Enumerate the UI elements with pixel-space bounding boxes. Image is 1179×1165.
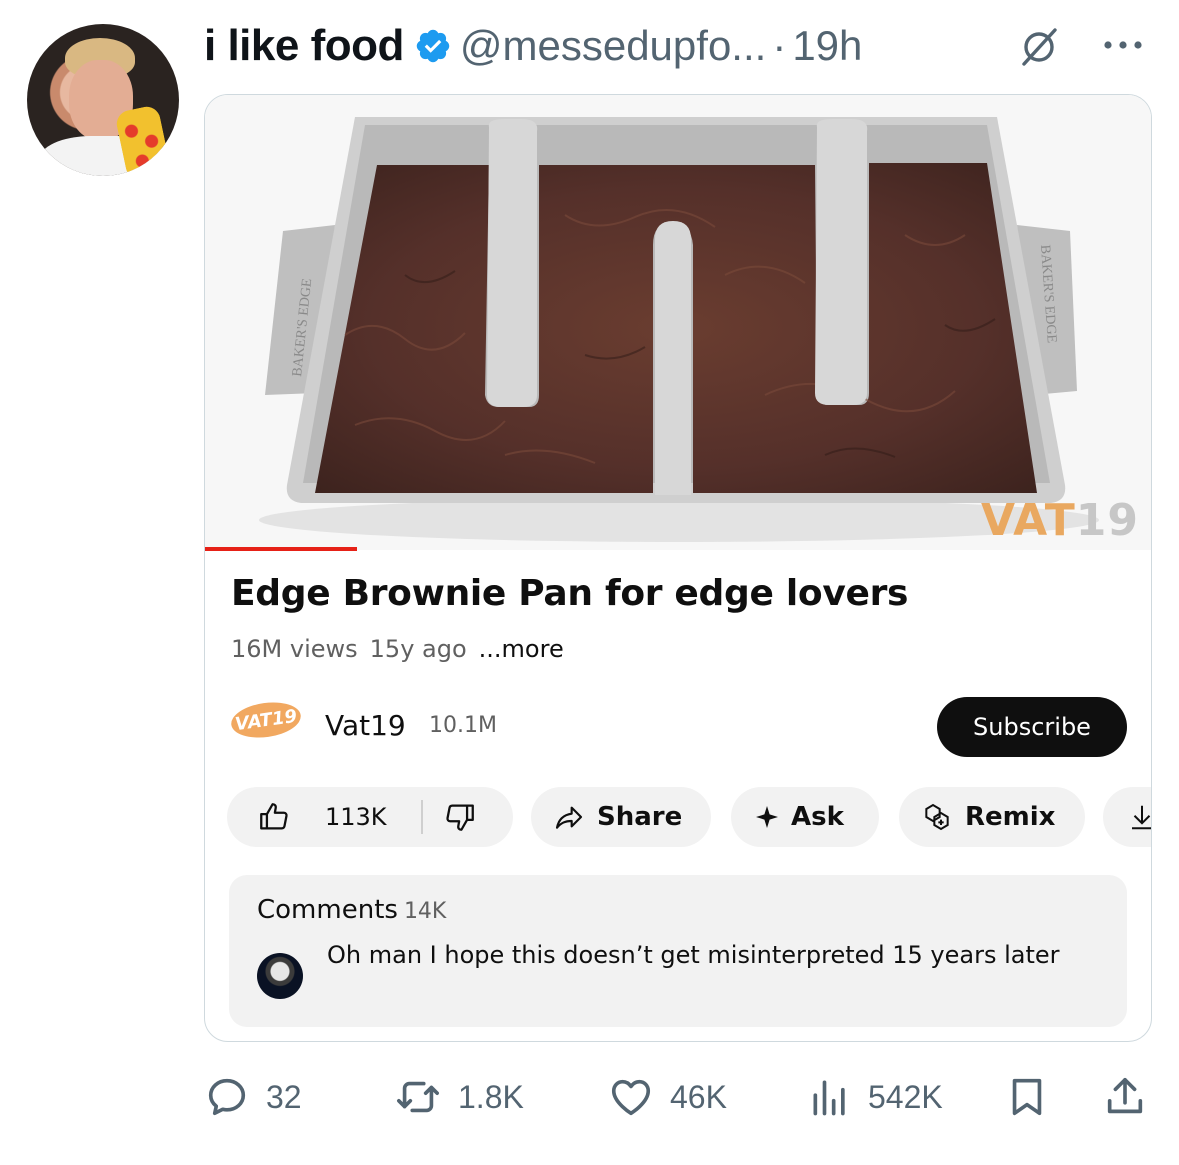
retweet-count: 1.8K bbox=[458, 1078, 524, 1115]
remix-label: Remix bbox=[965, 802, 1056, 832]
bookmark-button[interactable] bbox=[1004, 1072, 1050, 1122]
subscriber-count: 10.1M bbox=[429, 713, 497, 738]
video-meta: 16M views 15y ago ...more bbox=[231, 635, 576, 663]
comments-section[interactable]: Comments 14K Oh man I hope this doesn’t g… bbox=[229, 875, 1127, 1027]
subscribe-button[interactable]: Subscribe bbox=[937, 697, 1127, 757]
timestamp[interactable]: 19h bbox=[792, 22, 862, 70]
bookmark-icon bbox=[1012, 1078, 1042, 1116]
heart-icon bbox=[611, 1079, 651, 1116]
handle[interactable]: @messedupfo... bbox=[460, 22, 766, 70]
video-progress-bar[interactable] bbox=[205, 547, 1151, 551]
verified-badge-icon bbox=[416, 29, 450, 63]
download-button[interactable] bbox=[1103, 787, 1151, 847]
author-avatar[interactable] bbox=[27, 24, 179, 176]
video-actions: 113K Share Ask Remix bbox=[227, 787, 1151, 847]
display-name[interactable]: i like food bbox=[204, 21, 404, 71]
share-tweet-button[interactable] bbox=[1102, 1072, 1148, 1122]
view-count-footer: 542K bbox=[868, 1078, 943, 1115]
tweet-header: i like food @messedupfo... · 19h bbox=[204, 18, 862, 74]
comments-label: Comments bbox=[257, 895, 398, 925]
share-label: Share bbox=[597, 802, 683, 832]
retweet-icon bbox=[397, 1081, 439, 1113]
video-title[interactable]: Edge Brownie Pan for edge lovers bbox=[231, 573, 908, 614]
remix-icon bbox=[925, 803, 949, 831]
reply-icon bbox=[208, 1078, 246, 1116]
like-icon[interactable] bbox=[257, 800, 291, 834]
ask-button[interactable]: Ask bbox=[731, 787, 879, 847]
video-thumbnail[interactable]: BAKER'S EDGE BAKER'S EDGE VAT19 bbox=[205, 95, 1151, 551]
channel-logo[interactable]: VAT19 bbox=[228, 698, 304, 742]
channel-row: VAT19 Vat19 10.1M Subscribe bbox=[227, 697, 1127, 757]
embedded-video-card[interactable]: BAKER'S EDGE BAKER'S EDGE VAT19 Edge Bro… bbox=[204, 94, 1152, 1042]
channel-name[interactable]: Vat19 bbox=[325, 709, 406, 742]
tweet-actions: 32 1.8K 46K 542K bbox=[204, 1072, 1152, 1122]
top-comment-text: Oh man I hope this doesn’t get misinterp… bbox=[327, 941, 1060, 969]
separator-dot: · bbox=[772, 22, 787, 69]
more-icon[interactable] bbox=[1100, 30, 1146, 60]
dislike-icon[interactable] bbox=[443, 800, 477, 834]
views-button[interactable]: 542K bbox=[808, 1072, 943, 1122]
video-progress-fill bbox=[205, 547, 357, 551]
share-arrow-icon bbox=[555, 806, 583, 829]
like-button[interactable]: 46K bbox=[608, 1072, 727, 1122]
more-link[interactable]: ...more bbox=[479, 635, 564, 663]
share-button[interactable]: Share bbox=[531, 787, 711, 847]
vat19-watermark: VAT19 bbox=[981, 495, 1139, 546]
reply-count: 32 bbox=[266, 1078, 302, 1115]
retweet-button[interactable]: 1.8K bbox=[394, 1072, 524, 1122]
view-count: 16M views bbox=[231, 635, 358, 663]
sparkle-icon bbox=[756, 806, 778, 828]
like-dislike-pill: 113K bbox=[227, 787, 513, 847]
reply-button[interactable]: 32 bbox=[204, 1072, 302, 1122]
views-icon bbox=[813, 1080, 845, 1116]
download-icon bbox=[1132, 805, 1151, 830]
share-icon bbox=[1107, 1077, 1143, 1114]
ask-label: Ask bbox=[791, 802, 844, 832]
commenter-avatar[interactable] bbox=[257, 953, 303, 999]
like-count[interactable]: 113K bbox=[325, 803, 387, 831]
like-separator bbox=[420, 800, 423, 834]
brownie-pan-image: BAKER'S EDGE BAKER'S EDGE bbox=[205, 95, 1151, 550]
upload-age: 15y ago bbox=[369, 635, 467, 663]
comments-count: 14K bbox=[403, 899, 447, 924]
remix-button[interactable]: Remix bbox=[899, 787, 1085, 847]
comments-header: Comments 14K bbox=[257, 895, 446, 925]
like-count-footer: 46K bbox=[670, 1078, 727, 1115]
grok-icon[interactable] bbox=[1018, 26, 1060, 68]
